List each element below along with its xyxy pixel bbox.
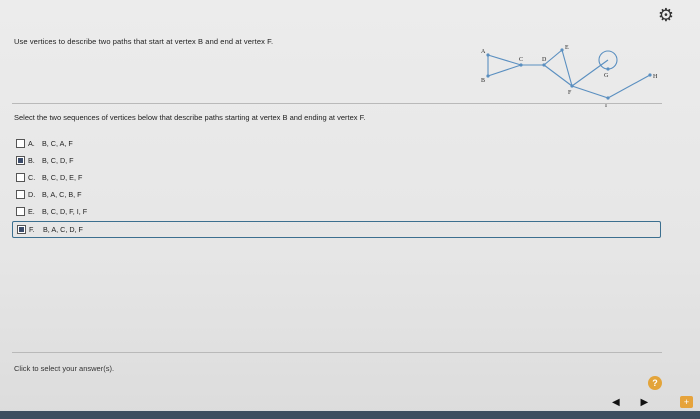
select-answer-hint: Click to select your answer(s). [14,364,115,373]
checkbox-f[interactable] [17,224,26,234]
option-a[interactable]: A. B, C, A, F [16,135,662,151]
option-text: B, C, D, F, I, F [42,207,88,217]
option-text: B, C, D, F [42,155,74,165]
option-letter: B. [28,155,35,165]
next-arrow-icon[interactable]: ▶ [640,397,648,408]
question-text: Use vertices to describe two paths that … [14,37,274,46]
top-divider [12,103,662,104]
option-text: B, C, D, E, F [42,172,83,182]
option-letter: C. [28,172,36,182]
option-letter: D. [28,190,36,200]
vertex-a-label: A [481,49,486,55]
corner-plus-button[interactable]: + [680,396,693,408]
vertex-h-label: H [653,74,658,80]
instruction-text: Select the two sequences of vertices bel… [14,113,366,122]
option-f[interactable]: F. B, A, C, D, F [12,220,661,238]
navigation: ◀ ▶ [612,397,666,408]
answer-options: A. B, C, A, F B. B, C, D, F C. B, C, D, … [12,135,662,239]
option-text: B, C, A, F [42,138,73,148]
option-b[interactable]: B. B, C, D, F [16,152,662,168]
bottom-divider [12,352,662,353]
vertex-g-label: G [604,73,609,79]
screen: ⚙ Use vertices to describe two paths tha… [0,0,700,419]
option-text: B, A, C, D, F [43,224,83,234]
checkbox-e[interactable] [16,207,25,217]
option-e[interactable]: E. B, C, D, F, I, F [16,204,662,220]
checkbox-c[interactable] [16,172,25,182]
prev-arrow-icon[interactable]: ◀ [612,397,620,408]
help-icon[interactable]: ? [648,376,662,390]
option-letter: E. [28,207,35,217]
vertex-e-label: E [565,45,569,51]
bottom-bar [0,411,700,419]
vertex-f-label: F [568,90,572,96]
vertex-d-label: D [542,57,547,63]
option-letter: F. [29,224,35,234]
vertex-c-label: C [519,57,523,63]
option-letter: A. [28,138,35,148]
gear-icon[interactable]: ⚙ [657,6,675,24]
option-d[interactable]: D. B, A, C, B, F [16,187,662,203]
checkbox-d[interactable] [16,190,25,200]
option-c[interactable]: C. B, C, D, E, F [16,169,662,185]
graph-diagram: A B C D E F G H I [481,45,658,109]
checkbox-b[interactable] [16,155,25,165]
checkbox-a[interactable] [16,138,25,148]
vertex-b-label: B [481,78,485,84]
option-text: B, A, C, B, F [42,190,82,200]
